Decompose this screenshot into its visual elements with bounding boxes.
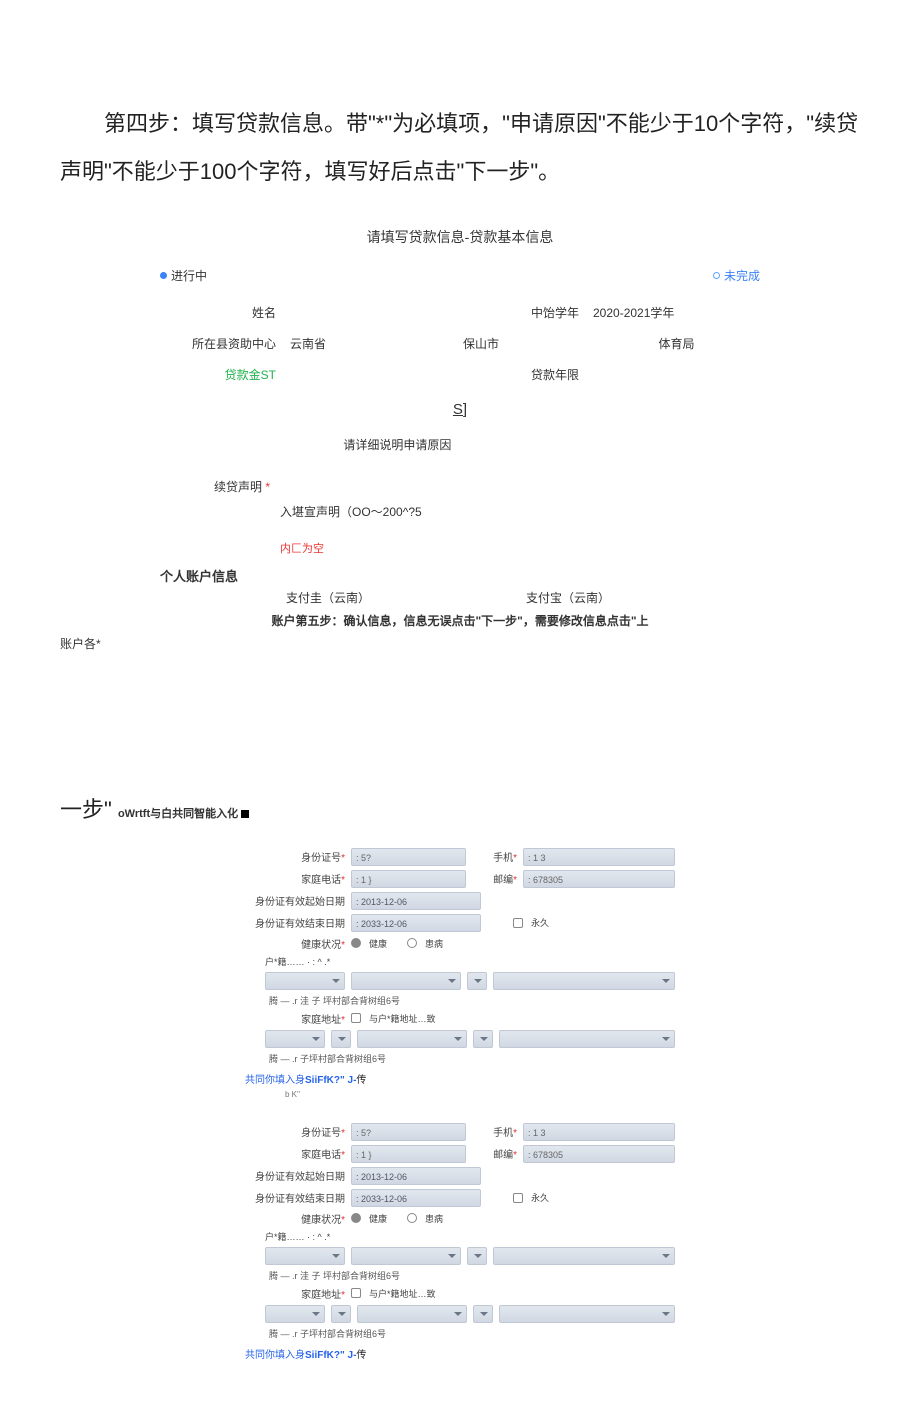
- id-start-date-2[interactable]: : 2013-12-06: [351, 1167, 481, 1185]
- hukou-select-1[interactable]: [265, 972, 345, 990]
- value-bureau: 体育局: [589, 335, 760, 352]
- phone-input-2[interactable]: : 1 3: [523, 1123, 675, 1141]
- sj-marker: S]: [160, 401, 760, 418]
- id-end-date-2[interactable]: : 2033-12-06: [351, 1189, 481, 1207]
- home-select-2[interactable]: [331, 1030, 351, 1048]
- id-number-input-2[interactable]: : 5?: [351, 1123, 466, 1141]
- account-name-label: 账户各*: [60, 635, 860, 652]
- account-header: 个人账户信息: [160, 566, 760, 585]
- step-dot-pending: [713, 272, 720, 279]
- detail-form-2: 身份证号* : 5? 手机* : 1 3 家庭电话* : 1 } 邮编* : 6…: [245, 1123, 675, 1361]
- postcode-input-2[interactable]: : 678305: [523, 1145, 675, 1163]
- same-address-checkbox[interactable]: [351, 1013, 361, 1023]
- health-radio-sick-2[interactable]: [407, 1213, 417, 1223]
- label-loan-amount: 贷款金ST: [160, 366, 280, 383]
- home-phone-input-2[interactable]: : 1 }: [351, 1145, 466, 1163]
- pay-alipay: 支付宝（云南）: [526, 589, 760, 606]
- hukou-select-2[interactable]: [351, 972, 461, 990]
- error-empty: 内匚为空: [280, 540, 760, 556]
- id-start-date[interactable]: : 2013-12-06: [351, 892, 481, 910]
- step-dot-active: [160, 272, 167, 279]
- label-loan-term: 贷款年限: [463, 366, 583, 383]
- square-icon: [241, 810, 249, 818]
- health-radio-healthy[interactable]: [351, 938, 361, 948]
- postcode-input[interactable]: : 678305: [523, 870, 675, 888]
- home-select-5[interactable]: [499, 1030, 675, 1048]
- home-select-4[interactable]: [473, 1030, 493, 1048]
- id-end-date[interactable]: : 2033-12-06: [351, 914, 481, 932]
- intro-paragraph: 第四步：填写贷款信息。带"*"为必填项，"申请原因"不能少于10个字符，"续贷声…: [60, 100, 860, 197]
- label-academic-year: 中饴学年: [463, 304, 583, 321]
- reason-placeholder[interactable]: 请详细说明申请原因: [343, 438, 451, 452]
- permanent-checkbox[interactable]: [513, 918, 523, 928]
- home-select-1[interactable]: [265, 1030, 325, 1048]
- step5-tail: 一步": [60, 797, 112, 822]
- health-radio-sick[interactable]: [407, 938, 417, 948]
- form-title: 请填写贷款信息-贷款基本信息: [160, 227, 760, 247]
- step5-note: 账户第五步：确认信息，信息无误点击"下一步"，需要修改信息点击"上: [160, 612, 760, 629]
- label-renew: 续贷声明: [214, 480, 262, 494]
- step-indicator: 进行中 未完成: [160, 267, 760, 284]
- label-name: 姓名: [160, 304, 280, 321]
- label-center: 所在县资助中心: [160, 335, 280, 352]
- health-radio-healthy-2[interactable]: [351, 1213, 361, 1223]
- value-city: 保山市: [463, 335, 583, 352]
- hukou-select-3[interactable]: [467, 972, 487, 990]
- permanent-checkbox-2[interactable]: [513, 1193, 523, 1203]
- pay-absent: 支付圭（云南）: [286, 589, 520, 606]
- value-province: 云南省: [286, 335, 457, 352]
- renew-subtitle: 入堪宣声明（OO～200^?5: [280, 503, 760, 520]
- value-academic-year: 2020-2021学年: [589, 304, 760, 321]
- same-address-checkbox-2[interactable]: [351, 1288, 361, 1298]
- info-grid: 姓名 中饴学年 2020-2021学年 所在县资助中心 云南省 保山市 体育局 …: [160, 304, 760, 383]
- hukou-select-4[interactable]: [493, 972, 675, 990]
- home-select-3[interactable]: [357, 1030, 467, 1048]
- home-phone-input[interactable]: : 1 }: [351, 870, 466, 888]
- form-screenshot: 请填写贷款信息-贷款基本信息 进行中 未完成 姓名 中饴学年 2020-2021…: [160, 227, 760, 629]
- id-number-input[interactable]: : 5?: [351, 848, 466, 866]
- detail-form-1: 身份证号* : 5? 手机* : 1 3 家庭电话* : 1 } 邮编* : 6…: [245, 848, 675, 1099]
- phone-input[interactable]: : 1 3: [523, 848, 675, 866]
